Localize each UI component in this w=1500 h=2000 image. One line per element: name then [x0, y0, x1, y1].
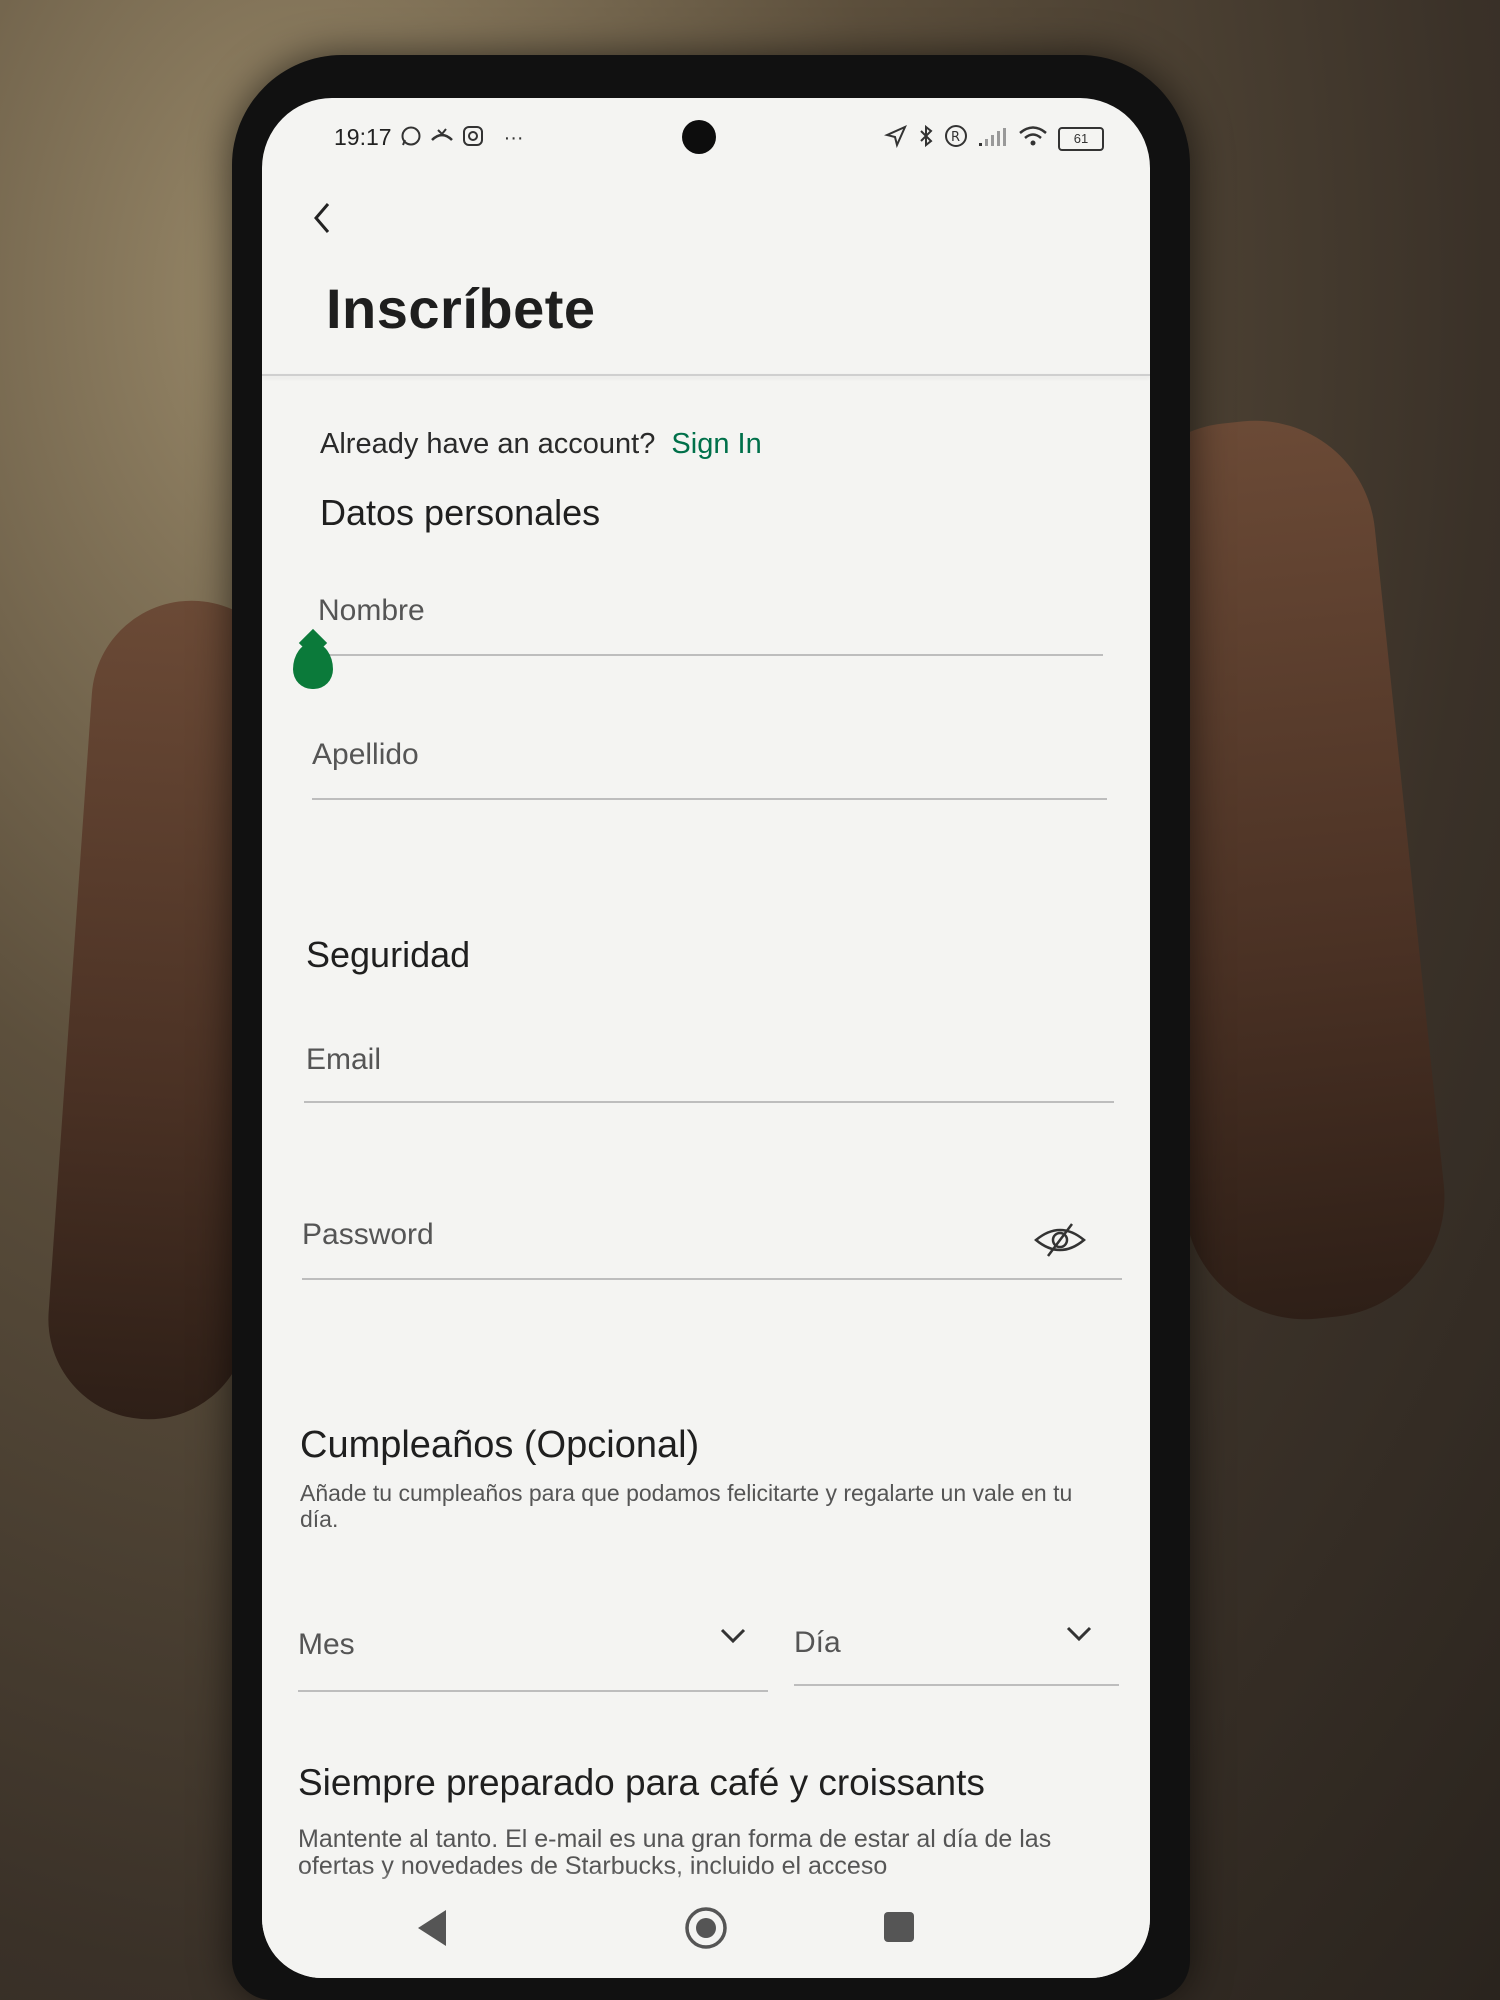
instagram-icon	[462, 125, 484, 151]
chevron-down-icon	[1064, 1624, 1094, 1649]
nav-back-button[interactable]	[412, 1906, 452, 1955]
system-nav-bar	[262, 1898, 1150, 1978]
chevron-down-icon	[718, 1626, 748, 1651]
email-field[interactable]: Email	[306, 1043, 381, 1077]
phone-screen: 19:17 ··· R 61 Inscríbete Already have a…	[262, 98, 1150, 1978]
signin-prompt: Already have an account?	[320, 428, 656, 460]
birthday-section-title: Cumpleaños (Opcional)	[300, 1424, 700, 1466]
svg-text:R: R	[951, 130, 960, 145]
signin-link[interactable]: Sign In	[671, 428, 761, 460]
chevron-left-icon	[310, 200, 334, 241]
password-visibility-toggle[interactable]	[1032, 1218, 1092, 1278]
day-select-label: Día	[794, 1626, 841, 1659]
nav-recents-button[interactable]	[882, 1910, 916, 1949]
first-name-underline	[318, 654, 1103, 656]
location-icon	[883, 124, 908, 154]
marketing-section-title: Siempre preparado para café y croissants	[298, 1762, 985, 1803]
birthday-description: Añade tu cumpleaños para que podamos fel…	[300, 1480, 1073, 1532]
signal-icon	[978, 126, 1008, 153]
last-name-underline	[312, 798, 1107, 800]
last-name-field[interactable]: Apellido	[312, 738, 419, 772]
more-dots-icon: ···	[503, 126, 524, 149]
back-triangle-icon	[412, 1910, 452, 1954]
month-select[interactable]: Mes	[298, 1618, 768, 1688]
back-button[interactable]	[292, 190, 352, 250]
bluetooth-icon	[918, 124, 934, 154]
email-underline	[304, 1101, 1114, 1103]
status-left: 19:17 ···	[334, 124, 524, 151]
security-section-title: Seguridad	[306, 934, 471, 975]
nav-home-button[interactable]	[682, 1904, 730, 1957]
status-time: 19:17	[334, 124, 392, 150]
eye-off-icon	[1032, 1223, 1088, 1266]
wifi-icon	[1018, 125, 1048, 153]
missed-call-icon	[430, 126, 454, 150]
status-bar: 19:17 ··· R 61	[262, 98, 1150, 178]
first-name-field[interactable]: Nombre	[318, 594, 425, 628]
scroll-fade	[262, 1870, 1150, 1900]
recents-square-icon	[882, 1912, 916, 1948]
status-right: R 61	[883, 124, 1104, 154]
text-cursor-handle[interactable]	[293, 643, 333, 689]
home-circle-icon	[682, 1907, 730, 1956]
registered-icon: R	[944, 124, 968, 154]
signin-row: Already have an account? Sign In	[320, 428, 762, 461]
month-select-label: Mes	[298, 1628, 355, 1661]
personal-section-title: Datos personales	[320, 492, 601, 533]
front-camera	[682, 120, 716, 154]
day-underline	[794, 1684, 1119, 1686]
day-select[interactable]: Día	[794, 1616, 1119, 1686]
whatsapp-icon	[400, 125, 422, 151]
page-title: Inscríbete	[326, 277, 596, 340]
header-divider	[262, 374, 1150, 376]
password-field[interactable]: Password	[302, 1218, 434, 1252]
month-underline	[298, 1690, 768, 1692]
battery-indicator: 61	[1058, 127, 1104, 151]
password-underline	[302, 1278, 1122, 1280]
